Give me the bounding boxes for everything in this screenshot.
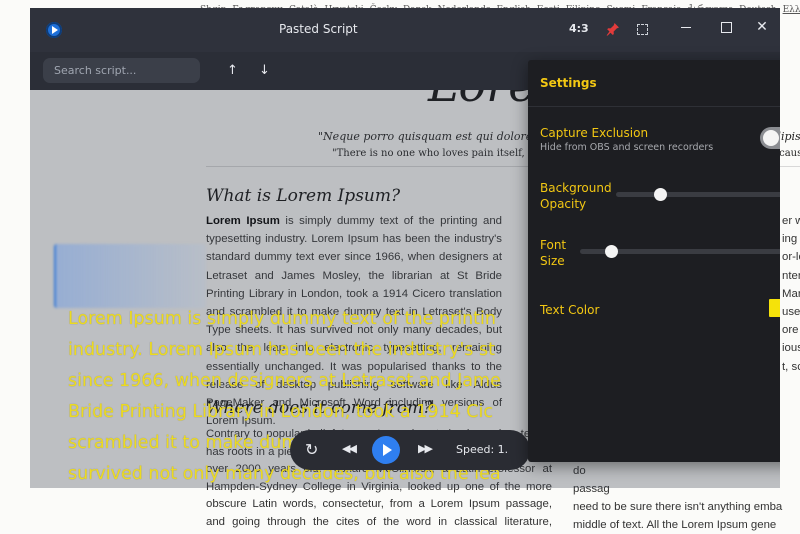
speed-label[interactable]: Speed: 1. [456, 443, 508, 456]
settings-panel: Settings ✕ Capture Exclusion Hide from O… [528, 60, 780, 462]
text-fragment: middle of text. All the Lorem Ipsum gene [573, 519, 777, 531]
font-size-label-2: Size [540, 254, 565, 268]
app-logo-icon [46, 22, 62, 38]
aspect-ratio-button[interactable]: 4:3 [569, 22, 589, 35]
reset-button[interactable]: ↻ [305, 440, 318, 459]
expand-icon[interactable] [637, 24, 648, 35]
capture-exclusion-label: Capture Exclusion [540, 126, 649, 140]
text-fragment: er w [782, 215, 800, 227]
background-opacity-slider-thumb[interactable] [653, 188, 667, 201]
window-title: Pasted Script [279, 22, 358, 36]
text-fragment: or-lo [782, 251, 800, 264]
font-size-slider-thumb[interactable] [604, 245, 618, 258]
maximize-button[interactable] [711, 12, 741, 42]
text-color-swatch[interactable] [769, 299, 780, 317]
blurred-highlight [54, 244, 206, 308]
background-opacity-label-2: Opacity [540, 197, 587, 211]
toggle-knob [763, 130, 779, 146]
background-opacity-label-1: Background [540, 181, 612, 195]
close-button[interactable]: ✕ [747, 12, 777, 42]
font-size-label-1: Font [540, 238, 567, 252]
minimize-button[interactable] [671, 12, 701, 42]
next-match-button[interactable]: ↓ [259, 63, 270, 78]
text-fragment: need to be sure there isn't anything emb… [573, 501, 783, 513]
text-color-label: Text Color [540, 303, 600, 317]
text-fragment: t, sc [782, 360, 800, 373]
rewind-button[interactable]: ◀◀ [342, 442, 357, 455]
text-fragment: ious [782, 342, 800, 355]
background-opacity-slider[interactable] [616, 188, 780, 201]
text-fragment: ntent [782, 269, 800, 282]
right-column-text: er w ing at or-lo ntent Mar use ore ious t, sc [782, 212, 800, 376]
settings-header: Settings ✕ [528, 60, 780, 107]
text-fragment: Mar [782, 287, 800, 300]
search-input[interactable] [43, 58, 200, 83]
settings-close-button[interactable]: ✕ [778, 73, 780, 91]
language-link[interactable]: Ελληνικά [783, 5, 800, 15]
fast-forward-button[interactable]: ▶▶ [418, 442, 433, 455]
font-size-slider[interactable] [580, 245, 780, 258]
text-fragment: use [782, 306, 800, 319]
title-bar[interactable]: Pasted Script 4:3 ✕ [30, 8, 780, 52]
capture-exclusion-toggle[interactable] [760, 127, 780, 149]
capture-exclusion-description: Hide from OBS and screen recorders [540, 142, 714, 153]
playback-controls: ↻ ◀◀ ▶▶ Speed: 1. [290, 430, 530, 470]
settings-title: Settings [540, 76, 597, 90]
pin-icon[interactable] [606, 22, 620, 36]
previous-match-button[interactable]: ↑ [227, 63, 238, 78]
play-button[interactable] [372, 436, 400, 464]
text-fragment: ore [782, 324, 799, 337]
text-fragment: ing at [782, 233, 800, 246]
teleprompter-window: Pasted Script 4:3 ✕ ↑ ↓ Lorem Ipsum is s… [30, 8, 780, 488]
